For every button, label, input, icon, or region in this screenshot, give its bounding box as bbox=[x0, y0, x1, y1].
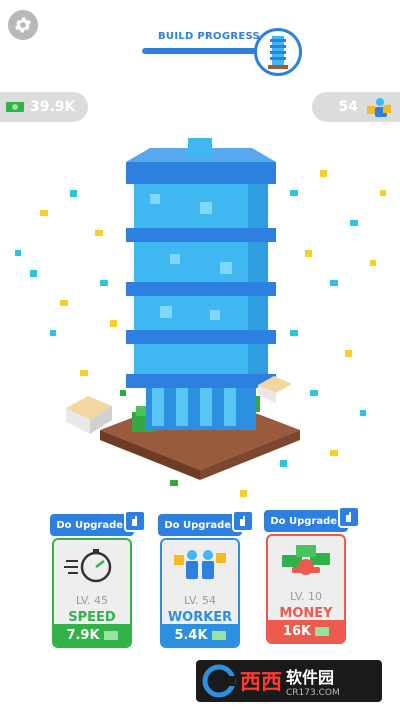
upgrade-name: SPEED bbox=[68, 610, 116, 625]
upgrade-card-speed[interactable]: Do Upgrade! LV. 45 SPEED 7.9K bbox=[50, 510, 146, 648]
upgrade-tag: Do Upgrade! bbox=[50, 510, 146, 536]
upgrade-tag-label: Do Upgrade! bbox=[270, 515, 342, 527]
gear-icon bbox=[15, 17, 31, 33]
upgrade-level: LV. 10 bbox=[289, 590, 323, 603]
pointer-hand-icon bbox=[124, 510, 146, 532]
upgrade-tag: Do Upgrade! bbox=[264, 506, 360, 532]
worker-icon bbox=[367, 98, 391, 117]
pointer-hand-icon bbox=[232, 510, 254, 532]
upgrade-price-button[interactable]: 16K bbox=[268, 620, 344, 642]
settings-button[interactable] bbox=[8, 10, 38, 40]
money-counter: 39.9K bbox=[0, 92, 88, 122]
upgrade-name: WORKER bbox=[167, 610, 233, 625]
upgrade-price: 7.9K bbox=[66, 627, 100, 643]
build-progress-label: BUILD PROGRESS bbox=[158, 31, 261, 42]
upgrade-price-button[interactable]: 7.9K bbox=[54, 624, 130, 646]
upgrade-tag: Do Upgrade! bbox=[158, 510, 254, 536]
upgrade-price-button[interactable]: 5.4K bbox=[162, 624, 238, 646]
upgrade-price: 16K bbox=[282, 623, 312, 639]
worker-counter: 54 bbox=[312, 92, 400, 122]
money-stack-icon bbox=[268, 536, 344, 586]
upgrade-card-body: LV. 45 SPEED 7.9K bbox=[52, 538, 132, 648]
cash-icon bbox=[103, 630, 118, 640]
stopwatch-icon bbox=[54, 540, 130, 590]
watermark-name: 软件园 bbox=[286, 668, 335, 687]
tower bbox=[126, 138, 276, 430]
upgrade-tag-label: Do Upgrade! bbox=[56, 519, 128, 531]
watermark: 西西 软件园 CR173.COM bbox=[196, 660, 382, 702]
upgrade-card-body: LV. 54 WORKER 5.4K bbox=[160, 538, 240, 648]
cash-icon bbox=[6, 102, 24, 112]
upgrade-level: LV. 54 bbox=[183, 594, 217, 607]
upgrade-card-worker[interactable]: Do Upgrade! LV. 54 WORKER 5.4K bbox=[158, 510, 254, 648]
upgrade-level: LV. 45 bbox=[75, 594, 109, 607]
upgrade-card-money[interactable]: Do Upgrade! LV. 10 MONEY 16K bbox=[264, 506, 360, 644]
upgrade-name: MONEY bbox=[279, 606, 333, 621]
upgrade-price: 5.4K bbox=[174, 627, 208, 643]
tower-thumbnail-icon bbox=[254, 28, 302, 76]
site-logo-icon bbox=[202, 664, 236, 698]
watermark-title: 西西 bbox=[240, 670, 282, 694]
upgrade-tag-label: Do Upgrade! bbox=[164, 519, 236, 531]
worker-count-value: 54 bbox=[338, 99, 358, 115]
money-value: 39.9K bbox=[30, 99, 76, 115]
upgrade-card-body: LV. 10 MONEY 16K bbox=[266, 534, 346, 644]
watermark-url: CR173.COM bbox=[286, 688, 340, 698]
build-progress: BUILD PROGRESS bbox=[142, 28, 302, 78]
pointer-hand-icon bbox=[338, 506, 360, 528]
cash-icon bbox=[315, 626, 330, 636]
workers-icon bbox=[162, 540, 238, 590]
game-scene bbox=[15, 138, 386, 497]
cash-icon bbox=[211, 630, 226, 640]
